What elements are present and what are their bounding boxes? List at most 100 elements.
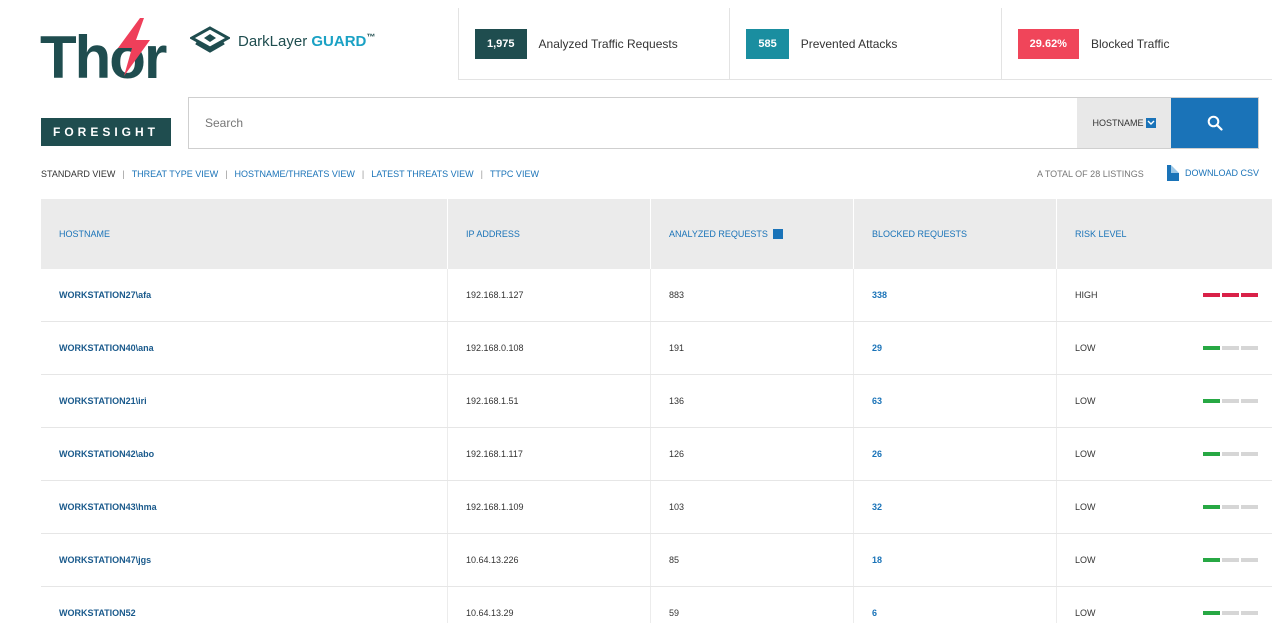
risk-level-meter xyxy=(1203,399,1258,403)
risk-level-cell: LOW xyxy=(1057,428,1272,480)
search-filter-label: HOSTNAME xyxy=(1092,118,1144,128)
chevron-down-icon xyxy=(1145,118,1156,128)
table-row[interactable]: WORKSTATION52 10.64.13.29 59 6 LOW xyxy=(41,587,1272,623)
tab-standard-view[interactable]: STANDARD VIEW xyxy=(41,169,115,179)
search-button[interactable] xyxy=(1171,98,1258,148)
risk-bar-segment xyxy=(1203,452,1220,456)
table-row[interactable]: WORKSTATION40\ana 192.168.0.108 191 29 LOW xyxy=(41,322,1272,375)
risk-bar-segment xyxy=(1241,558,1258,562)
search-input[interactable] xyxy=(189,98,1077,148)
blocked-requests-link[interactable]: 6 xyxy=(854,587,1057,623)
darklayer-label: DarkLayer xyxy=(238,33,308,50)
risk-level-cell: LOW xyxy=(1057,534,1272,586)
table-row[interactable]: WORKSTATION21\iri 192.168.1.51 136 63 LOW xyxy=(41,375,1272,428)
stat-badge: 29.62% xyxy=(1017,28,1079,59)
table-row[interactable]: WORKSTATION47\jgs 10.64.13.226 85 18 LOW xyxy=(41,534,1272,587)
risk-bar-segment xyxy=(1222,293,1239,297)
foresight-badge[interactable]: FORESIGHT xyxy=(41,118,171,146)
total-listings: A TOTAL OF 28 LISTINGS xyxy=(1037,169,1144,179)
darklayer-icon xyxy=(190,26,230,53)
risk-level-label: LOW xyxy=(1075,449,1096,459)
stat-analyzed-requests: 1,975 Analyzed Traffic Requests xyxy=(458,8,729,79)
stat-label: Prevented Attacks xyxy=(800,36,898,51)
download-csv-link[interactable]: DOWNLOAD CSV xyxy=(1167,165,1259,181)
risk-bar-segment xyxy=(1203,346,1220,350)
column-header-ip-address[interactable]: IP ADDRESS xyxy=(448,199,651,269)
risk-level-meter xyxy=(1203,293,1258,297)
tab-latest-threats-view[interactable]: LATEST THREATS VIEW xyxy=(371,169,473,179)
page: Thor DarkLayer GUARD™ FORESIGHT 1,975 An… xyxy=(8,8,1272,623)
tab-separator: | xyxy=(225,169,228,179)
search-bar: HOSTNAME xyxy=(188,97,1259,149)
tab-ttpc-view[interactable]: TTPC VIEW xyxy=(490,169,539,179)
risk-level-label: LOW xyxy=(1075,343,1096,353)
ip-address-cell: 10.64.13.226 xyxy=(448,534,651,586)
risk-level-meter xyxy=(1203,611,1258,615)
risk-level-cell: LOW xyxy=(1057,375,1272,427)
risk-level-label: LOW xyxy=(1075,502,1096,512)
tab-separator: | xyxy=(122,169,125,179)
risk-level-cell: HIGH xyxy=(1057,269,1272,321)
blocked-requests-link[interactable]: 63 xyxy=(854,375,1057,427)
thor-logo[interactable]: Thor xyxy=(40,18,180,92)
risk-level-cell: LOW xyxy=(1057,587,1272,623)
hostname-link[interactable]: WORKSTATION40\ana xyxy=(41,322,448,374)
column-header-hostname[interactable]: HOSTNAME xyxy=(41,199,448,269)
hostname-link[interactable]: WORKSTATION52 xyxy=(41,587,448,623)
risk-bar-segment xyxy=(1241,399,1258,403)
hostname-link[interactable]: WORKSTATION27\afa xyxy=(41,269,448,321)
risk-bar-segment xyxy=(1241,611,1258,615)
table-header: HOSTNAME IP ADDRESS ANALYZED REQUESTS BL… xyxy=(41,199,1272,269)
stat-blocked-traffic: 29.62% Blocked Traffic xyxy=(1000,8,1272,79)
risk-bar-segment xyxy=(1222,452,1239,456)
hostname-link[interactable]: WORKSTATION42\abo xyxy=(41,428,448,480)
blocked-requests-link[interactable]: 18 xyxy=(854,534,1057,586)
risk-bar-segment xyxy=(1222,505,1239,509)
risk-bar-segment xyxy=(1222,346,1239,350)
download-csv-label: DOWNLOAD CSV xyxy=(1185,168,1260,178)
blocked-requests-link[interactable]: 29 xyxy=(854,322,1057,374)
table-row[interactable]: WORKSTATION42\abo 192.168.1.117 126 26 LOW xyxy=(41,428,1272,481)
analyzed-requests-cell: 191 xyxy=(651,322,854,374)
hostname-link[interactable]: WORKSTATION21\iri xyxy=(41,375,448,427)
document-icon xyxy=(1167,165,1179,181)
tab-hostname-threats-view[interactable]: HOSTNAME/THREATS VIEW xyxy=(235,169,355,179)
analyzed-requests-cell: 883 xyxy=(651,269,854,321)
blocked-requests-link[interactable]: 338 xyxy=(854,269,1057,321)
column-header-blocked-requests[interactable]: BLOCKED REQUESTS xyxy=(854,199,1057,269)
darklayer-wordmark: DarkLayer GUARD™ xyxy=(238,32,375,50)
stat-label: Analyzed Traffic Requests xyxy=(538,36,678,51)
column-header-analyzed-requests[interactable]: ANALYZED REQUESTS xyxy=(651,199,854,269)
risk-bar-segment xyxy=(1222,558,1239,562)
tab-threat-type-view[interactable]: THREAT TYPE VIEW xyxy=(132,169,219,179)
risk-bar-segment xyxy=(1203,399,1220,403)
table-row[interactable]: WORKSTATION43\hma 192.168.1.109 103 32 LOW xyxy=(41,481,1272,534)
column-header-label: HOSTNAME xyxy=(59,229,111,239)
ip-address-cell: 192.168.0.108 xyxy=(448,322,651,374)
table-body: WORKSTATION27\afa 192.168.1.127 883 338 HIGH… xyxy=(41,269,1272,623)
ip-address-cell: 10.64.13.29 xyxy=(448,587,651,623)
blocked-requests-link[interactable]: 26 xyxy=(854,428,1057,480)
sort-icon[interactable] xyxy=(772,229,783,239)
risk-level-cell: LOW xyxy=(1057,481,1272,533)
risk-bar-segment xyxy=(1203,611,1220,615)
blocked-requests-link[interactable]: 32 xyxy=(854,481,1057,533)
table-row[interactable]: WORKSTATION27\afa 192.168.1.127 883 338 HIGH xyxy=(41,269,1272,322)
search-filter-select[interactable]: HOSTNAME xyxy=(1077,98,1171,148)
tab-separator: | xyxy=(480,169,483,179)
risk-level-meter xyxy=(1203,346,1258,350)
hostname-link[interactable]: WORKSTATION43\hma xyxy=(41,481,448,533)
column-header-risk-level[interactable]: RISK LEVEL xyxy=(1057,199,1272,269)
ip-address-cell: 192.168.1.109 xyxy=(448,481,651,533)
stat-label: Blocked Traffic xyxy=(1090,36,1170,51)
risk-bar-segment xyxy=(1241,346,1258,350)
risk-level-meter xyxy=(1203,505,1258,509)
risk-bar-segment xyxy=(1203,558,1220,562)
hostname-link[interactable]: WORKSTATION47\jgs xyxy=(41,534,448,586)
lightning-bolt-icon xyxy=(118,18,150,76)
ip-address-cell: 192.168.1.51 xyxy=(448,375,651,427)
guard-label: GUARD xyxy=(311,33,367,50)
risk-bar-segment xyxy=(1241,505,1258,509)
risk-bar-segment xyxy=(1222,399,1239,403)
stat-badge: 1,975 xyxy=(475,28,527,59)
